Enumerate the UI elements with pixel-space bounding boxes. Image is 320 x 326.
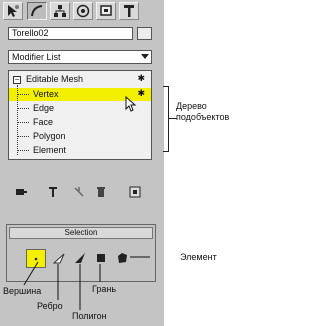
make-unique-button[interactable]: [70, 183, 88, 201]
vertex-mode-button[interactable]: [26, 249, 46, 268]
configure-modifier-sets-button[interactable]: [126, 183, 144, 201]
stack-item-polygon[interactable]: Polygon: [9, 129, 151, 143]
command-panel: Torello02 Modifier List − Editable Mesh …: [0, 0, 164, 326]
show-end-result-icon: [49, 187, 57, 197]
callout-bracket: [163, 86, 169, 152]
callout-vertex: Вершина: [3, 286, 42, 296]
modifier-stack: − Editable Mesh ✱ Vertex ✱ Edge Face Pol…: [8, 70, 152, 160]
mouse-cursor-icon: [125, 96, 137, 112]
motion-tab[interactable]: [73, 2, 93, 20]
polygon-icon: [97, 253, 105, 262]
face-icon: [75, 252, 85, 263]
pin-icon: [16, 189, 27, 195]
object-name-field[interactable]: Torello02: [8, 27, 133, 40]
configure-sets-icon: [129, 186, 141, 198]
callout-subobject-tree: Дерево подобъектов: [176, 101, 230, 122]
selection-rollout: Selection: [6, 224, 156, 282]
pin-stack-button[interactable]: [12, 183, 30, 201]
bend-curve-icon: [31, 5, 43, 17]
stack-item-label: Editable Mesh: [26, 74, 84, 84]
vertex-icon: [34, 257, 38, 260]
stack-item-face[interactable]: Face: [9, 115, 151, 129]
stack-item-element[interactable]: Element: [9, 143, 151, 157]
cursor-star-icon: [8, 5, 19, 17]
command-panel-tabs: [3, 2, 160, 20]
callout-edge: Ребро: [37, 301, 63, 311]
element-icon: [118, 252, 127, 263]
make-unique-icon: [74, 187, 84, 197]
create-tab[interactable]: [3, 2, 23, 20]
modifier-list-dropdown[interactable]: Modifier List: [8, 50, 152, 64]
stack-item-label: Vertex: [33, 89, 59, 99]
show-end-result-button[interactable]: [44, 183, 62, 201]
callout-face: Грань: [92, 284, 117, 294]
stack-item-editable-mesh[interactable]: − Editable Mesh ✱: [9, 72, 151, 86]
object-color-swatch[interactable]: [137, 27, 152, 40]
modifier-list-label: Modifier List: [12, 52, 61, 62]
stack-item-label: Element: [33, 145, 67, 155]
stack-item-label: Polygon: [33, 131, 66, 141]
element-mode-button[interactable]: [113, 249, 131, 266]
utilities-tab[interactable]: [119, 2, 139, 20]
lightbulb-icon[interactable]: ✱: [137, 89, 145, 98]
hierarchy-icon: [54, 5, 66, 17]
polygon-mode-button[interactable]: [92, 249, 110, 266]
display-tab[interactable]: [96, 2, 116, 20]
display-monitor-icon: [100, 5, 112, 16]
stack-toolbar: [8, 183, 152, 203]
edge-icon: [52, 253, 65, 263]
hierarchy-tab[interactable]: [50, 2, 70, 20]
callout-element: Элемент: [180, 252, 217, 262]
collapse-minus-icon[interactable]: −: [13, 76, 21, 84]
chevron-down-icon: [141, 54, 149, 59]
selection-rollout-title[interactable]: Selection: [9, 227, 153, 239]
modify-tab[interactable]: [27, 2, 47, 20]
remove-modifier-button[interactable]: [92, 183, 110, 201]
motion-wheel-icon: [76, 4, 90, 18]
stack-item-label: Edge: [33, 103, 55, 113]
callout-polygon: Полигон: [72, 311, 107, 321]
edge-mode-button[interactable]: [50, 249, 68, 266]
lightbulb-icon[interactable]: ✱: [137, 74, 145, 83]
stack-item-label: Face: [33, 117, 54, 127]
face-mode-button[interactable]: [71, 249, 89, 266]
trash-icon: [97, 187, 105, 197]
hammer-icon: [124, 5, 134, 17]
